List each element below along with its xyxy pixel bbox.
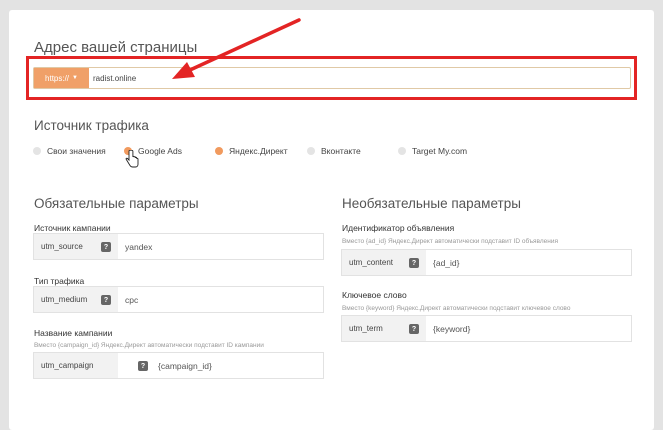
radio-dot	[398, 147, 406, 155]
help-icon[interactable]: ?	[101, 295, 111, 305]
field-hint: Вместо {campaign_id} Яндекс.Директ автом…	[34, 342, 264, 349]
param-prefix: utm_campaign	[34, 353, 118, 378]
field-label: Ключевое слово	[342, 290, 407, 300]
optional-title: Необязательные параметры	[342, 196, 521, 211]
param-name: utm_content	[349, 258, 394, 267]
radio-label: Яндекс.Директ	[229, 146, 288, 156]
help-icon[interactable]: ?	[138, 361, 148, 371]
radio-label: Target My.com	[412, 146, 468, 156]
utm-term-field: utm_term ?	[341, 315, 632, 342]
field-label: Идентификатор объявления	[342, 223, 455, 233]
field-label: Источник кампании	[34, 223, 111, 233]
utm-term-input[interactable]	[433, 316, 628, 341]
field-label: Название кампании	[34, 328, 113, 338]
radio-label: Свои значения	[47, 146, 106, 156]
help-icon[interactable]: ?	[409, 258, 419, 268]
radio-vkontakte[interactable]: Вконтакте	[307, 145, 361, 157]
radio-dot	[307, 147, 315, 155]
utm-campaign-field: utm_campaign ?	[33, 352, 324, 379]
help-icon[interactable]: ?	[101, 242, 111, 252]
param-name: utm_campaign	[41, 361, 94, 370]
radio-yandex-direct[interactable]: Яндекс.Директ	[215, 145, 288, 157]
radio-label: Google Ads	[138, 146, 182, 156]
hand-cursor-icon	[125, 150, 139, 168]
param-name: utm_source	[41, 242, 83, 251]
radio-own-values[interactable]: Свои значения	[33, 145, 106, 157]
traffic-title: Источник трафика	[34, 118, 149, 133]
help-icon[interactable]: ?	[409, 324, 419, 334]
required-title: Обязательные параметры	[34, 196, 199, 211]
utm-medium-field: utm_medium ?	[33, 286, 324, 313]
radio-label: Вконтакте	[321, 146, 361, 156]
utm-source-input[interactable]	[125, 234, 320, 259]
utm-content-field: utm_content ?	[341, 249, 632, 276]
field-hint: Вместо {keyword} Яндекс.Директ автоматич…	[342, 305, 571, 312]
param-name: utm_medium	[41, 295, 88, 304]
param-name: utm_term	[349, 324, 383, 333]
field-label: Тип трафика	[34, 276, 85, 286]
utm-source-field: utm_source ?	[33, 233, 324, 260]
radio-dot	[33, 147, 41, 155]
radio-target-mycom[interactable]: Target My.com	[398, 145, 467, 157]
field-hint: Вместо {ad_id} Яндекс.Директ автоматичес…	[342, 238, 559, 245]
utm-medium-input[interactable]	[125, 287, 320, 312]
radio-dot	[215, 147, 223, 155]
utm-content-input[interactable]	[433, 250, 628, 275]
utm-campaign-input[interactable]	[158, 353, 318, 378]
